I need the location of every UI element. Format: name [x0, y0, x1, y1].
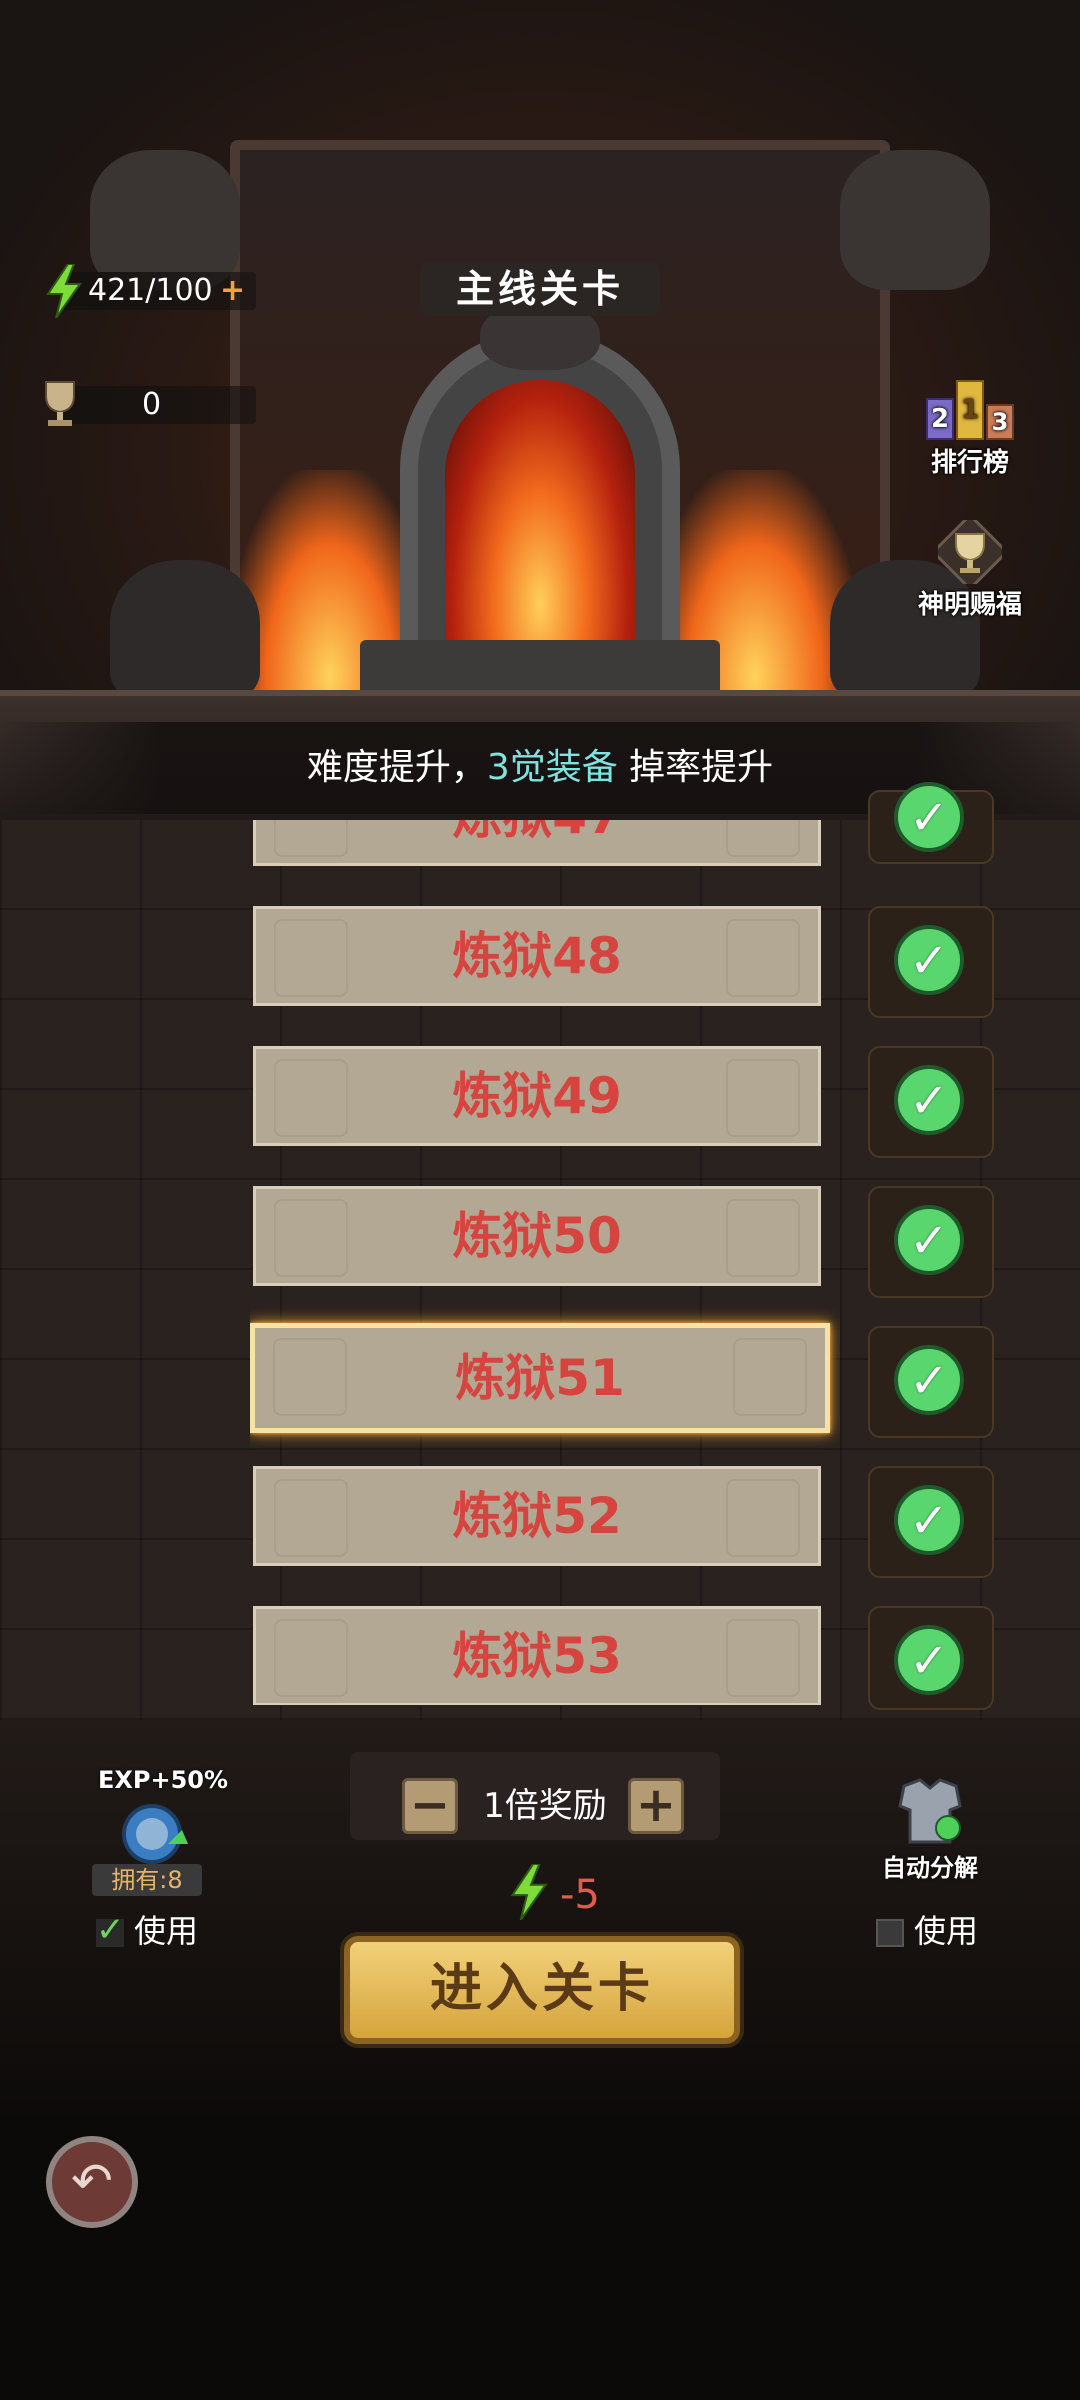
- level-name: 炼狱49: [452, 1067, 622, 1125]
- cleared-marker-52: ✓: [868, 1466, 994, 1578]
- exp-use-toggle[interactable]: ✓ 使用: [96, 1906, 198, 1952]
- trophy-cup-icon: [38, 378, 82, 430]
- gargoyle-right: [840, 150, 990, 290]
- energy-cost: -5: [560, 1872, 600, 1918]
- reward-multiplier-label: 1倍奖励: [483, 1786, 607, 1826]
- reward-plus-button[interactable]: +: [628, 1778, 684, 1834]
- podium-rank-3: 3: [986, 404, 1014, 440]
- reward-minus-button[interactable]: −: [402, 1778, 458, 1834]
- exp-badge: EXP+50%: [98, 1766, 229, 1794]
- auto-decompose-item[interactable]: 自动分解: [870, 1776, 990, 1886]
- cleared-marker-53: ✓: [868, 1606, 994, 1710]
- energy-add-button[interactable]: +: [220, 272, 245, 310]
- podium-rank-2: 2: [926, 398, 954, 440]
- exp-owned-count: 拥有:8: [92, 1864, 202, 1896]
- back-button[interactable]: ↶: [46, 2136, 138, 2228]
- level-name: 炼狱53: [452, 1627, 622, 1685]
- check-icon: ✓: [894, 1345, 964, 1415]
- energy-value: 421/100: [88, 273, 213, 308]
- blessing-button[interactable]: 神明赐福: [910, 513, 1030, 630]
- lightning-icon: [506, 1862, 552, 1921]
- gargoyle-left: [90, 150, 240, 290]
- cleared-marker-48: ✓: [868, 906, 994, 1018]
- auto-decompose-label: 自动分解: [882, 1854, 978, 1882]
- level-name: 炼狱50: [452, 1207, 622, 1265]
- podium-icon: 2 1 3: [920, 370, 1020, 442]
- level-name: 炼狱51: [455, 1349, 625, 1407]
- level-item-50[interactable]: 炼狱50: [253, 1186, 821, 1286]
- cleared-marker-47: ✓: [868, 782, 994, 864]
- exp-use-label: 使用: [134, 1912, 199, 1950]
- level-item-47[interactable]: 炼狱47: [253, 820, 821, 866]
- level-item-53[interactable]: 炼狱53: [253, 1606, 821, 1705]
- check-icon: ✓: [894, 925, 964, 995]
- check-icon: ✓: [894, 1065, 964, 1135]
- statue-left: [110, 560, 260, 700]
- banner-text-highlight: 3觉装备: [486, 747, 618, 788]
- check-icon: ✓: [894, 1485, 964, 1555]
- check-icon: ✓: [894, 1625, 964, 1695]
- armor-icon: [890, 1776, 970, 1848]
- auto-decompose-use-checkbox[interactable]: [876, 1919, 904, 1947]
- level-item-52[interactable]: 炼狱52: [253, 1466, 821, 1566]
- level-item-51-selected[interactable]: 炼狱51: [250, 1323, 830, 1433]
- level-list[interactable]: 炼狱47 炼狱48 炼狱49 炼狱50 炼狱51 炼狱52 炼狱53: [250, 820, 840, 1705]
- auto-decompose-use-label: 使用: [914, 1912, 979, 1950]
- check-icon: ✓: [894, 1205, 964, 1275]
- trophy-counter: 0: [45, 381, 256, 426]
- exp-use-checkbox-checked[interactable]: ✓: [96, 1913, 125, 1947]
- page-title: 主线关卡: [420, 262, 660, 316]
- level-item-48[interactable]: 炼狱48: [253, 906, 821, 1006]
- golden-chalice-icon: [931, 513, 1009, 591]
- exp-pocketwatch-icon: [112, 1796, 192, 1866]
- lightning-icon: [44, 263, 84, 319]
- banner-text-post: 掉率提升: [617, 747, 774, 788]
- banner-text-pre: 难度提升，: [306, 747, 487, 788]
- leaderboard-button[interactable]: 2 1 3 排行榜: [910, 370, 1030, 490]
- back-arrow-icon: ↶: [71, 2152, 113, 2210]
- check-icon: ✓: [894, 782, 964, 852]
- cleared-marker-49: ✓: [868, 1046, 994, 1158]
- portal-fire: [445, 380, 635, 660]
- trophy-value: 0: [142, 387, 162, 422]
- exp-boost-item[interactable]: EXP+50% 拥有:8: [90, 1766, 228, 1896]
- leaderboard-label: 排行榜: [930, 448, 1009, 478]
- auto-decompose-use-toggle[interactable]: 使用: [876, 1906, 978, 1952]
- podium-rank-1: 1: [956, 380, 984, 440]
- level-name: 炼狱47: [452, 820, 622, 845]
- level-name: 炼狱48: [452, 927, 622, 985]
- enter-level-button[interactable]: 进入关卡: [344, 1936, 740, 2044]
- level-item-49[interactable]: 炼狱49: [253, 1046, 821, 1146]
- cleared-marker-51: ✓: [868, 1326, 994, 1438]
- cleared-marker-50: ✓: [868, 1186, 994, 1298]
- energy-counter[interactable]: 421/100 +: [46, 263, 256, 319]
- blessing-label: 神明赐福: [917, 590, 1022, 620]
- level-name: 炼狱52: [452, 1487, 622, 1545]
